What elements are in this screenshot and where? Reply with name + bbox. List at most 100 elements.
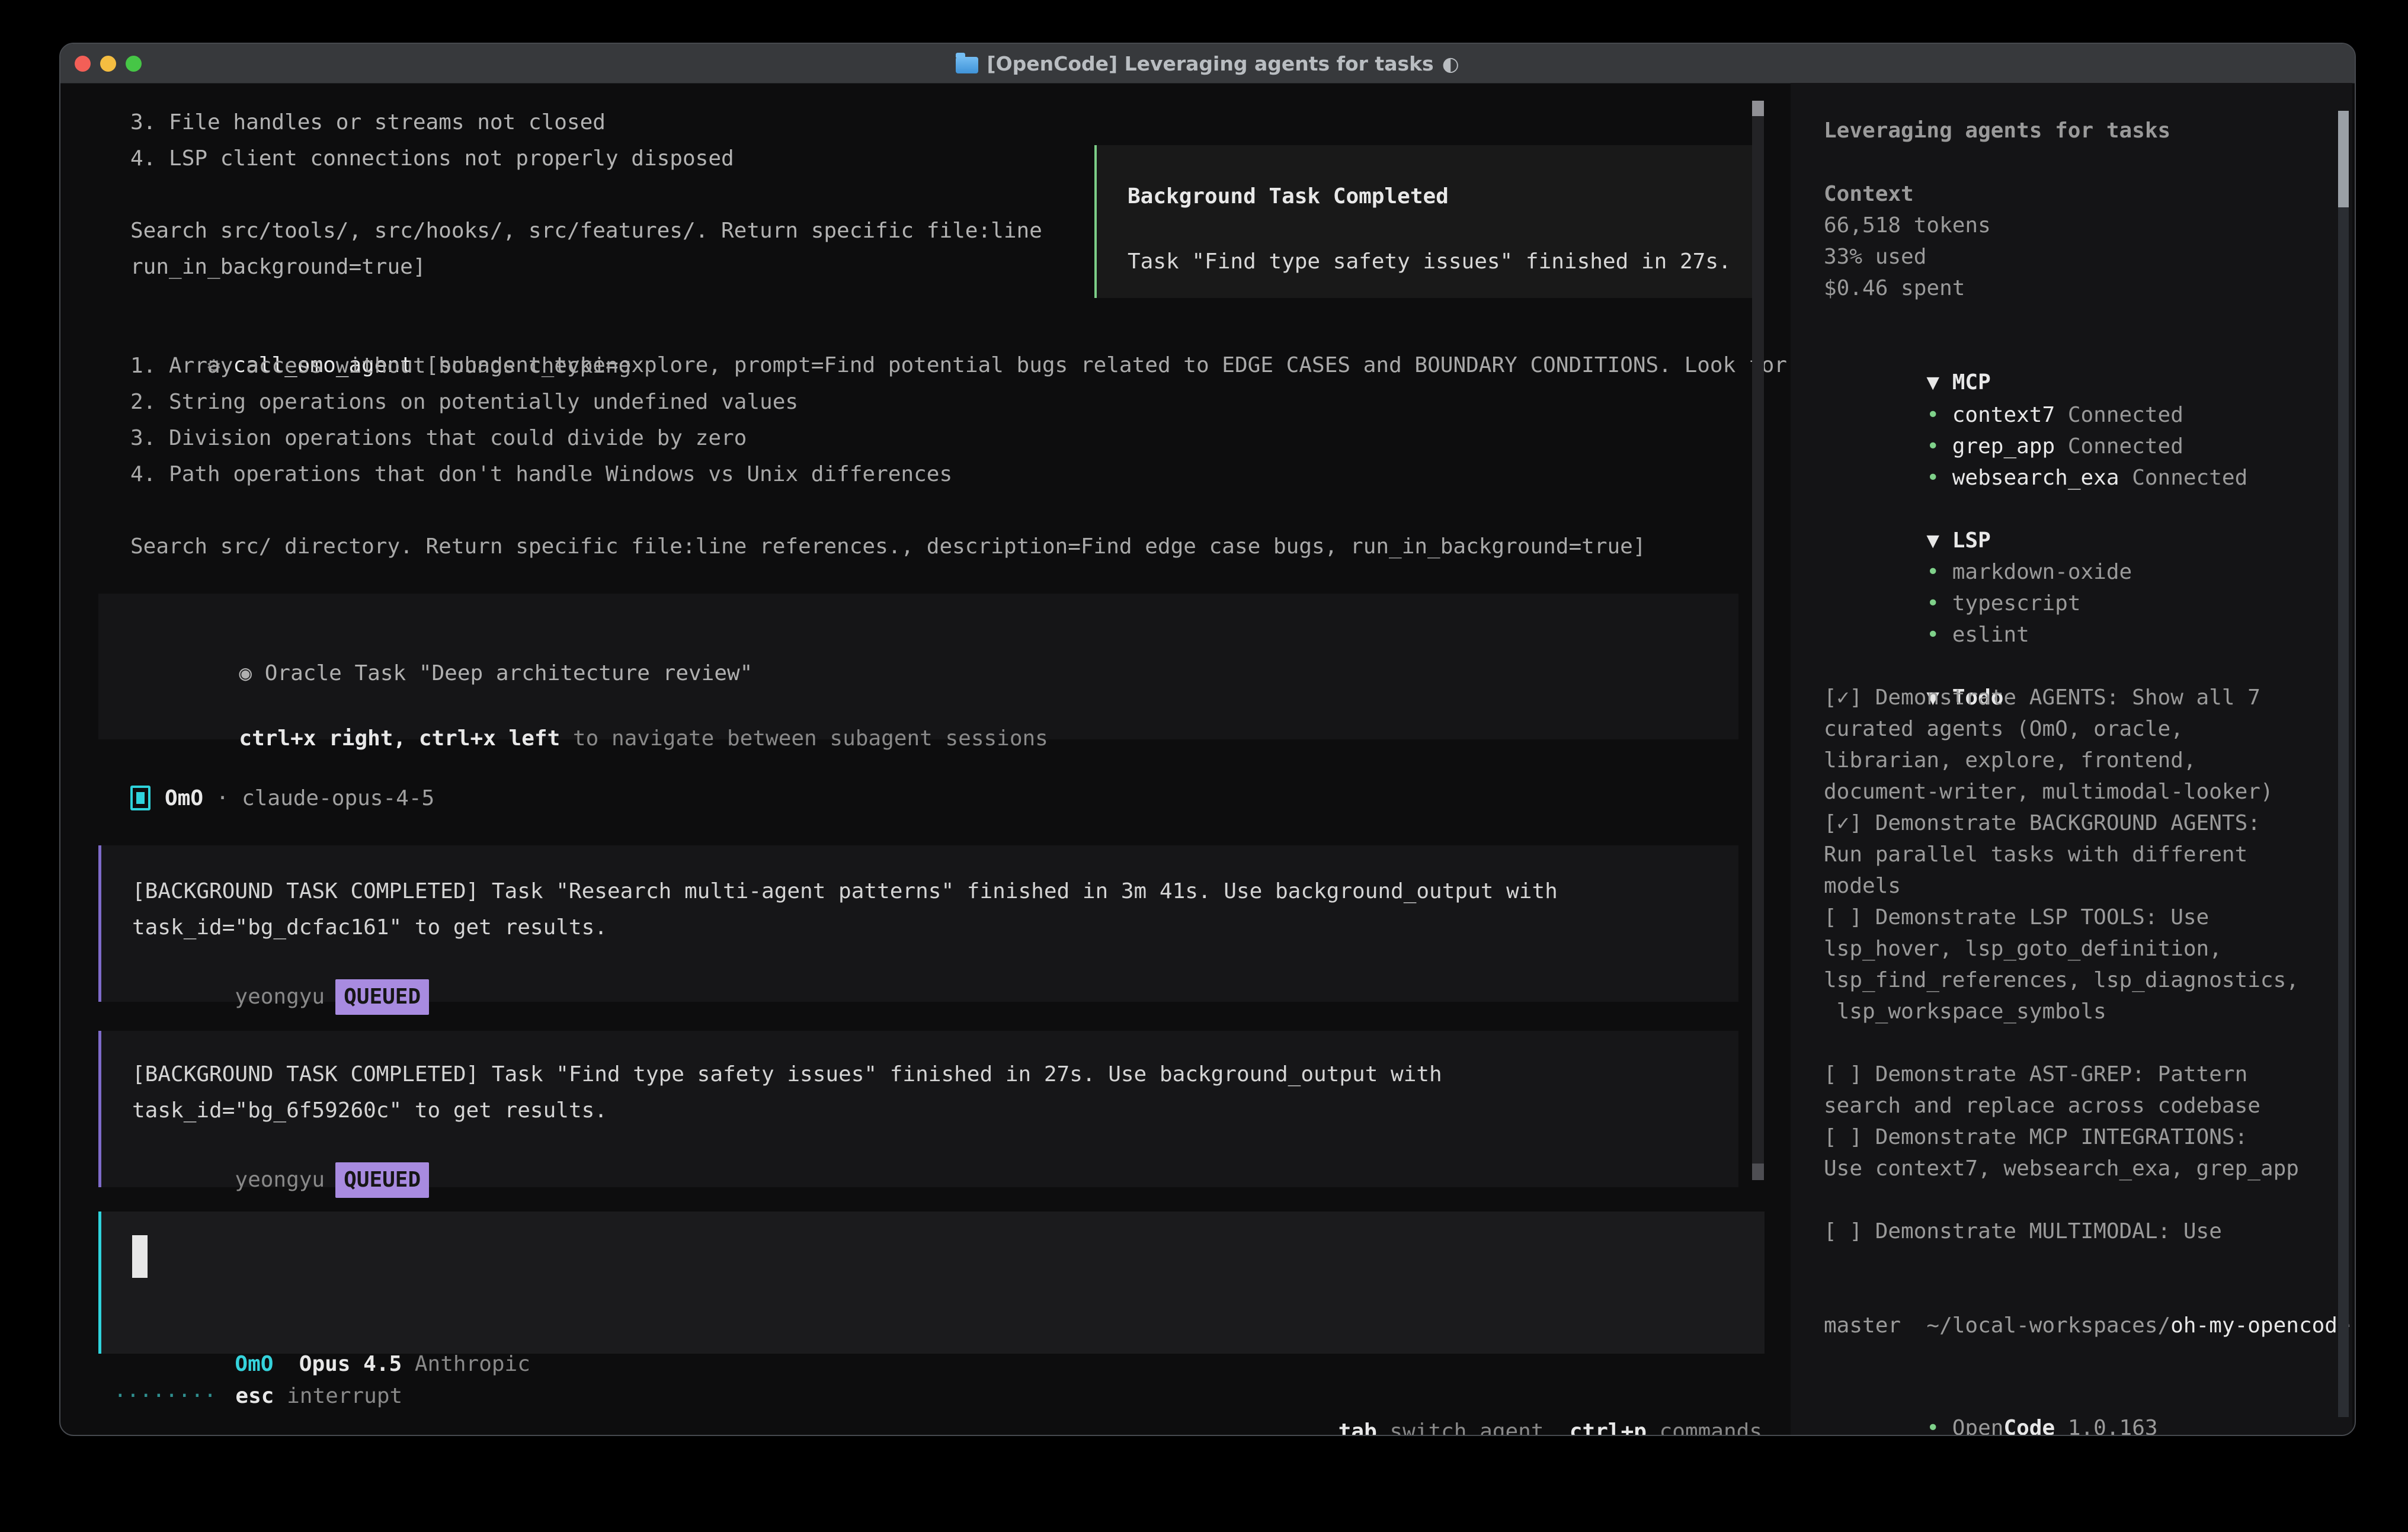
folder-icon bbox=[956, 57, 978, 73]
todo-item-done: [✓] Demonstrate AGENTS: Show all 7 bbox=[1824, 682, 2260, 713]
agent-header: OmO · claude-opus-4-5 bbox=[130, 780, 434, 816]
todo-item-active: lsp_find_references, lsp_diagnostics, bbox=[1824, 964, 2299, 996]
minimize-button[interactable] bbox=[100, 56, 116, 72]
status-dot-icon: • bbox=[1926, 623, 1952, 647]
version-line: • OpenCode 1.0.163 bbox=[1824, 1381, 2158, 1412]
tab-key-hint: tab bbox=[1339, 1419, 1377, 1436]
half-moon-icon: ◐ bbox=[1442, 52, 1459, 75]
todo-item-pending: [ ] Demonstrate AST-GREP: Pattern bbox=[1824, 1059, 2247, 1090]
todo-item-active: lsp_workspace_symbols bbox=[1824, 996, 2106, 1027]
todo-item-pending: [ ] Demonstrate MCP INTEGRATIONS: bbox=[1824, 1121, 2247, 1153]
todo-item-active: lsp_hover, lsp_goto_definition, bbox=[1824, 933, 2222, 964]
title-bar[interactable]: [OpenCode] Leveraging agents for tasks ◐ bbox=[60, 44, 2355, 84]
tool-call-line: ⚙ call_omo_agent [subagent_type=explore,… bbox=[130, 312, 1787, 348]
mcp-item: • context7 Connected bbox=[1824, 368, 2183, 399]
tool-arg-line: 4. Path operations that don't handle Win… bbox=[130, 457, 952, 492]
message-block: [BACKGROUND TASK COMPLETED] Task "Find t… bbox=[98, 1031, 1738, 1187]
todo-item-active: [ ] Demonstrate LSP TOOLS: Use bbox=[1824, 902, 2209, 933]
todo-item-done: models bbox=[1824, 870, 1901, 902]
message-meta: yeongyuQUEUED bbox=[132, 944, 429, 979]
main-scrollbar-thumb[interactable] bbox=[1752, 101, 1764, 116]
statusbar-left: ········ esc interrupt bbox=[114, 1379, 402, 1414]
esc-key-hint: esc bbox=[235, 1379, 274, 1414]
workspace-branch: master bbox=[1824, 1310, 1901, 1341]
agent-model-sep: · bbox=[203, 786, 242, 810]
esc-key-label: interrupt bbox=[274, 1379, 402, 1414]
sidebar-scrollbar-track[interactable] bbox=[2338, 111, 2349, 1417]
window-title: [OpenCode] Leveraging agents for tasks ◐ bbox=[956, 52, 1459, 75]
ctrlp-key-label: commands bbox=[1647, 1419, 1762, 1436]
text-cursor bbox=[132, 1235, 148, 1278]
oracle-task-panel: ◉ Oracle Task "Deep architecture review"… bbox=[98, 594, 1738, 739]
sidebar: Leveraging agents for tasks Context 66,5… bbox=[1791, 83, 2352, 1435]
oracle-task-line: ◉ Oracle Task "Deep architecture review" bbox=[136, 620, 752, 656]
scrollback-line: 3. File handles or streams not closed bbox=[130, 105, 606, 140]
status-badge: QUEUED bbox=[335, 1162, 429, 1198]
message-author: yeongyu bbox=[235, 985, 325, 1009]
zoom-button[interactable] bbox=[126, 56, 142, 72]
background-task-notification: Background Task Completed Task "Find typ… bbox=[1094, 145, 1759, 298]
agent-name: OmO bbox=[165, 786, 203, 810]
tool-arg-line: 3. Division operations that could divide… bbox=[130, 421, 747, 456]
scrollback-line: run_in_background=true] bbox=[130, 249, 426, 285]
hint-keys: ctrl+x right, ctrl+x left bbox=[239, 726, 560, 751]
agent-model: claude-opus-4-5 bbox=[242, 786, 434, 810]
mcp-section-header[interactable]: ▼ MCP bbox=[1824, 335, 1991, 367]
oracle-hint-line: ctrl+x right, ctrl+x left to navigate be… bbox=[136, 685, 1048, 721]
tool-arg-line: 2. String operations on potentially unde… bbox=[130, 384, 798, 420]
prompt-input[interactable]: OmO Opus 4.5 Anthropic bbox=[98, 1212, 1765, 1354]
input-provider: Anthropic bbox=[415, 1352, 530, 1376]
agent-avatar-icon bbox=[130, 786, 150, 810]
message-line: [BACKGROUND TASK COMPLETED] Task "Find t… bbox=[132, 1057, 1442, 1092]
session-title: Leveraging agents for tasks bbox=[1824, 115, 2170, 146]
tool-arg-line: 1. Array access without bounds checking bbox=[130, 348, 631, 384]
todo-item-done: document-writer, multimodal-looker) bbox=[1824, 776, 2273, 807]
hint-text: to navigate between subagent sessions bbox=[560, 726, 1048, 751]
tool-arg-line: Search src/ directory. Return specific f… bbox=[130, 529, 1646, 565]
statusbar-right: tab switch agent ctrl+p commands bbox=[1261, 1379, 1762, 1414]
opencode-window: [OpenCode] Leveraging agents for tasks ◐… bbox=[59, 43, 2356, 1436]
input-meta: OmO Opus 4.5 Anthropic bbox=[132, 1311, 530, 1347]
tab-key-label: switch agent bbox=[1377, 1419, 1544, 1436]
mcp-item: • grep_app Connected bbox=[1824, 399, 2183, 431]
record-icon: ◉ bbox=[239, 661, 252, 685]
message-line: task_id="bg_6f59260c" to get results. bbox=[132, 1093, 607, 1129]
input-model: Opus 4.5 bbox=[273, 1352, 414, 1376]
main-scrollbar-cap bbox=[1752, 1164, 1764, 1180]
screen: [OpenCode] Leveraging agents for tasks ◐… bbox=[0, 0, 2408, 1532]
todo-item-done: [✓] Demonstrate BACKGROUND AGENTS: bbox=[1824, 807, 2260, 839]
input-agent: OmO bbox=[235, 1352, 273, 1376]
status-badge: QUEUED bbox=[335, 979, 429, 1015]
message-author: yeongyu bbox=[235, 1168, 325, 1192]
notification-body: Task "Find type safety issues" finished … bbox=[1128, 244, 1731, 280]
todo-section-header[interactable]: ▼ Todo bbox=[1824, 650, 2003, 682]
todo-item-done: librarian, explore, frontend, bbox=[1824, 745, 2196, 776]
traffic-lights bbox=[75, 44, 142, 83]
mcp-item: • websearch_exa Connected bbox=[1824, 431, 2247, 462]
scrollback-line: 4. LSP client connections not properly d… bbox=[130, 141, 734, 177]
message-line: [BACKGROUND TASK COMPLETED] Task "Resear… bbox=[132, 874, 1558, 909]
context-used: 33% used bbox=[1824, 241, 1926, 273]
ctrlp-key-hint: ctrl+p bbox=[1570, 1419, 1647, 1436]
close-button[interactable] bbox=[75, 56, 91, 72]
context-tokens: 66,518 tokens bbox=[1824, 210, 1991, 241]
sidebar-scrollbar-thumb[interactable] bbox=[2338, 111, 2349, 207]
workspace-path: ~/local-workspaces/oh-my-opencode: bbox=[1824, 1278, 2356, 1310]
lsp-item: • eslint bbox=[1824, 588, 2029, 619]
todo-item-done: curated agents (OmO, oracle, bbox=[1824, 713, 2183, 745]
message-line: task_id="bg_dcfac161" to get results. bbox=[132, 910, 607, 946]
todo-item-pending: search and replace across codebase bbox=[1824, 1090, 2260, 1121]
todo-item-pending: [ ] Demonstrate MULTIMODAL: Use bbox=[1824, 1216, 2222, 1247]
spinner-dots: ········ bbox=[114, 1379, 216, 1414]
todo-item-pending: Use context7, websearch_exa, grep_app bbox=[1824, 1153, 2299, 1184]
lsp-section-header[interactable]: ▼ LSP bbox=[1824, 493, 1991, 525]
message-block: [BACKGROUND TASK COMPLETED] Task "Resear… bbox=[98, 845, 1738, 1002]
notification-title: Background Task Completed bbox=[1128, 179, 1449, 214]
scrollback-line: Search src/tools/, src/hooks/, src/featu… bbox=[130, 213, 1042, 249]
lsp-item: • typescript bbox=[1824, 556, 2081, 588]
main-scrollbar-track[interactable] bbox=[1752, 101, 1764, 1180]
todo-item-done: Run parallel tasks with different bbox=[1824, 839, 2247, 870]
context-heading: Context bbox=[1824, 178, 1914, 210]
lsp-item: • markdown-oxide bbox=[1824, 525, 2132, 556]
oracle-task-text: Oracle Task "Deep architecture review" bbox=[252, 661, 752, 685]
